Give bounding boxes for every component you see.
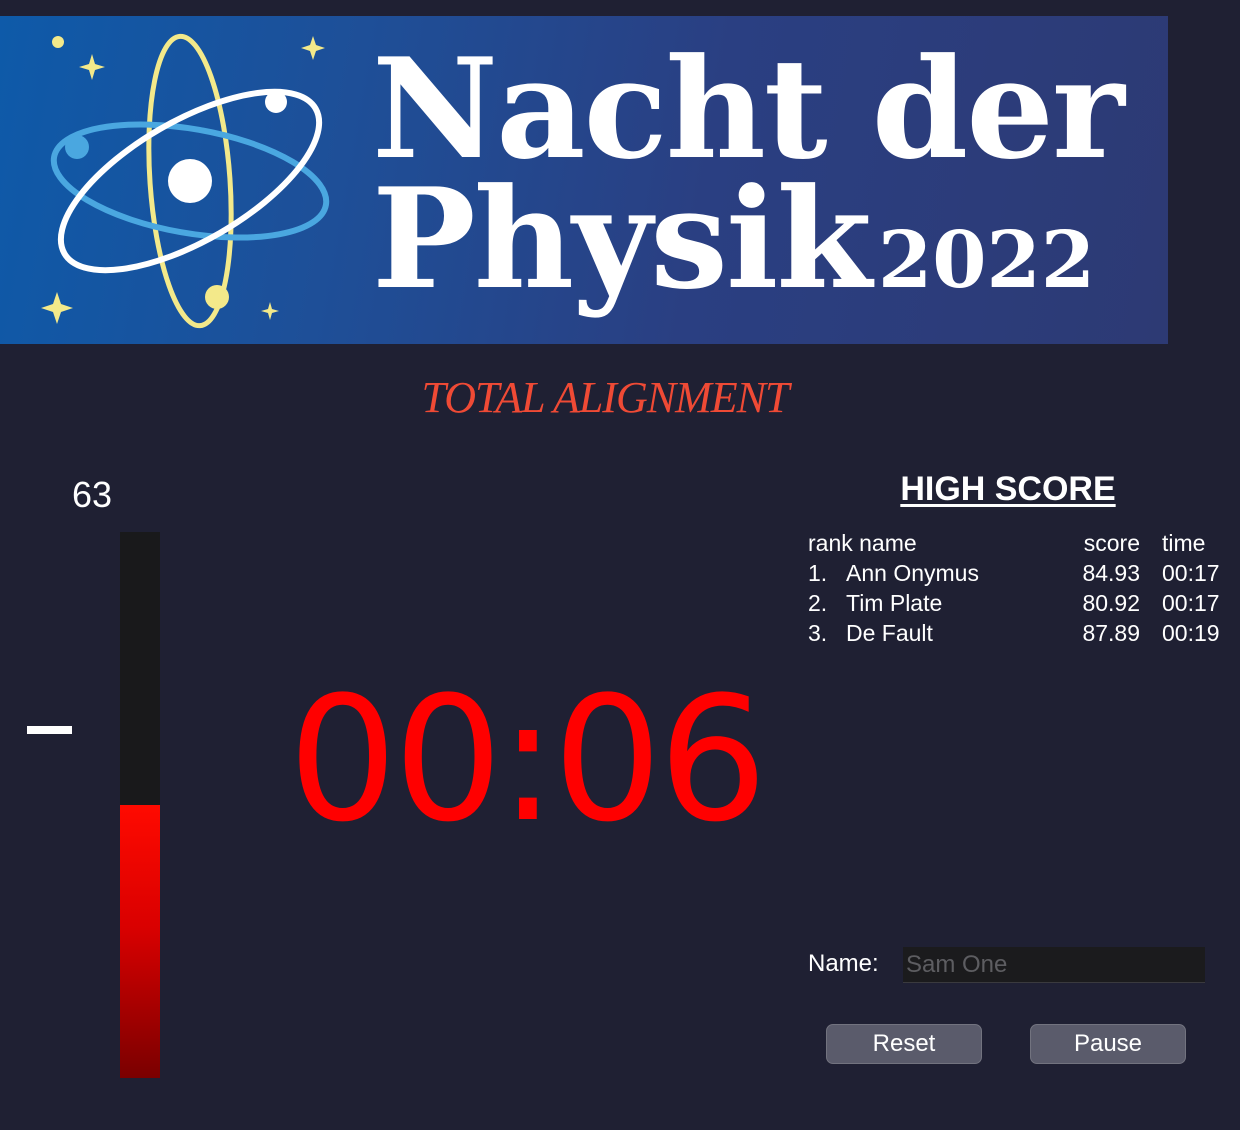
time-cell: 00:19 <box>1162 619 1220 646</box>
high-score-title: HIGH SCORE <box>900 470 1116 508</box>
score-cell: 84.93 <box>1082 559 1140 586</box>
rank-cell: 3. <box>808 619 828 646</box>
countdown-timer: 00:06 <box>288 659 768 860</box>
header-time: time <box>1162 529 1206 556</box>
high-score-table: rank name score time 1. Ann Onymus 84.93… <box>808 528 1232 648</box>
atom-logo <box>41 33 330 329</box>
rank-cell: 1. <box>808 559 828 586</box>
game-title: TOTAL ALIGNMENT <box>421 373 790 422</box>
score-cell: 87.89 <box>1082 619 1140 646</box>
header-score: score <box>1083 529 1140 556</box>
name-input[interactable] <box>903 947 1205 983</box>
time-cell: 00:17 <box>1162 589 1220 616</box>
banner-title-line1: Nacht der <box>372 27 1125 190</box>
alignment-meter <box>120 532 160 1078</box>
high-score-header-row: rank name score time <box>808 528 1232 558</box>
meter-target-marker <box>27 726 72 734</box>
table-row: 3. De Fault 87.89 00:19 <box>808 618 1232 648</box>
time-cell: 00:17 <box>1162 559 1220 586</box>
reset-button[interactable]: Reset <box>826 1024 982 1064</box>
name-cell: Ann Onymus <box>846 559 979 586</box>
event-banner: Nacht der Physik 2022 <box>0 16 1168 344</box>
name-cell: Tim Plate <box>846 589 943 616</box>
table-row: 1. Ann Onymus 84.93 00:17 <box>808 558 1232 588</box>
header-rank-name: rank name <box>808 529 917 556</box>
banner-year: 2022 <box>878 215 1096 306</box>
table-row: 2. Tim Plate 80.92 00:17 <box>808 588 1232 618</box>
name-cell: De Fault <box>846 619 933 646</box>
score-cell: 80.92 <box>1082 589 1140 616</box>
name-label: Name: <box>808 950 879 977</box>
alignment-meter-fill <box>120 805 160 1078</box>
meter-value: 63 <box>72 474 113 515</box>
rank-cell: 2. <box>808 589 828 616</box>
pause-button[interactable]: Pause <box>1030 1024 1186 1064</box>
